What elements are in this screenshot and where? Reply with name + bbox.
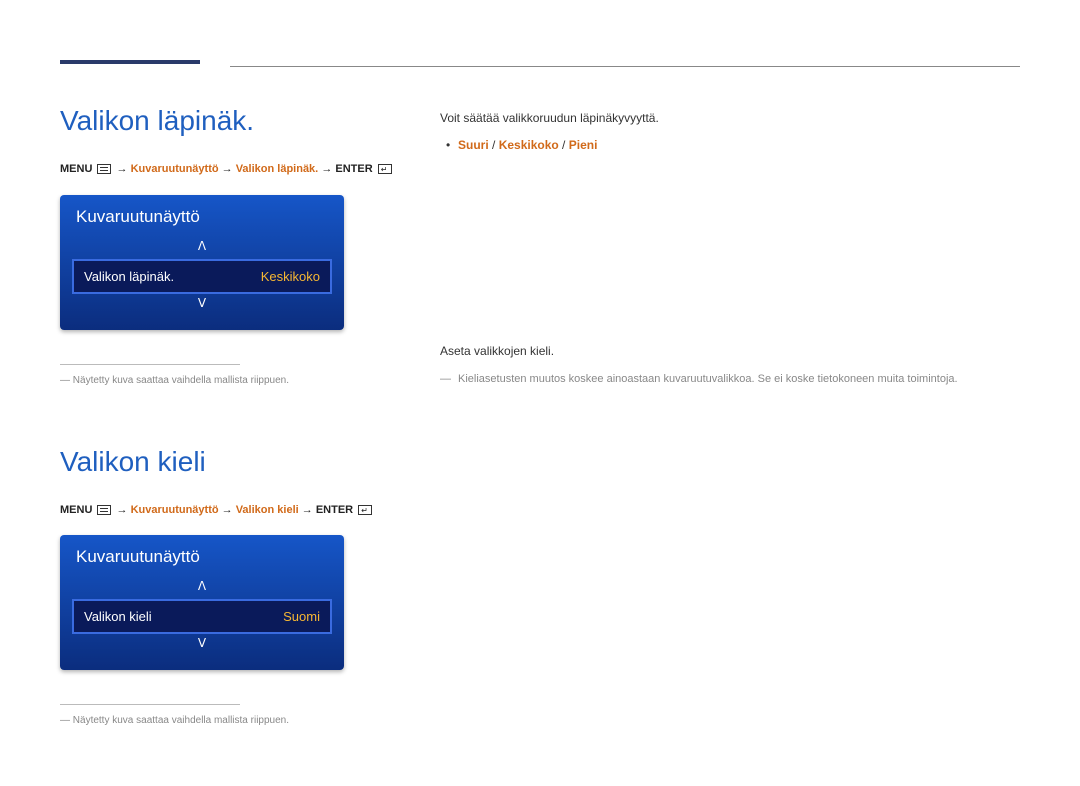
section2-title: Valikon kieli (60, 446, 400, 478)
osd1-header: Kuvaruutunäyttö (60, 195, 344, 237)
osd1-row-label: Valikon läpinäk. (84, 269, 174, 284)
osd2-row-value: Suomi (283, 609, 320, 624)
section2-note: Kieliasetusten muutos koskee ainoastaan … (440, 371, 1020, 388)
enter-icon (378, 164, 392, 174)
section1-footnote: ― Näytetty kuva saattaa vaihdella mallis… (60, 375, 400, 386)
menu-label: MENU (60, 163, 92, 175)
osd2-selected-row: Valikon kieli Suomi (72, 599, 332, 634)
section-transparency-left: Valikon läpinäk. MENU → Kuvaruutunäyttö … (60, 105, 400, 386)
left-column: Valikon läpinäk. MENU → Kuvaruutunäyttö … (60, 105, 400, 786)
header-rule-right (230, 66, 1020, 67)
section1-desc: Voit säätää valikkoruudun läpinäkyvyyttä… (440, 109, 1020, 128)
path-separator: → (222, 163, 236, 175)
footnote-divider (60, 364, 240, 365)
chevron-up-icon: ᐱ (60, 237, 344, 259)
footnote-divider (60, 704, 240, 705)
chevron-down-icon: ᐯ (60, 634, 344, 656)
right-column: Voit säätää valikkoruudun läpinäkyvyyttä… (440, 105, 1020, 786)
menu-icon (97, 164, 111, 174)
option-large: Suuri (458, 138, 489, 152)
osd1-row-value: Keskikoko (261, 269, 320, 284)
section1-title: Valikon läpinäk. (60, 105, 400, 137)
enter-icon (358, 505, 372, 515)
section2-footnote: ― Näytetty kuva saattaa vaihdella mallis… (60, 715, 400, 726)
path-separator: → (222, 504, 236, 516)
enter-label: ENTER (335, 163, 372, 175)
section-transparency-right: Voit säätää valikkoruudun läpinäkyvyyttä… (440, 109, 1020, 152)
path-separator: → (117, 163, 131, 175)
section1-menu-path: MENU → Kuvaruutunäyttö → Valikon läpinäk… (60, 161, 400, 179)
path-part2: Valikon kieli (236, 504, 299, 516)
section-language-left: Valikon kieli MENU → Kuvaruutunäyttö → V… (60, 446, 400, 727)
section-language-right: Aseta valikkojen kieli. Kieliasetusten m… (440, 342, 1020, 388)
section1-options: Suuri / Keskikoko / Pieni (440, 138, 1020, 152)
option-medium: Keskikoko (499, 138, 559, 152)
path-part1: Kuvaruutunäyttö (131, 504, 219, 516)
section2-desc: Aseta valikkojen kieli. (440, 342, 1020, 361)
chevron-down-icon: ᐯ (60, 294, 344, 316)
header-rule-left (60, 60, 200, 64)
osd-preview-2: Kuvaruutunäyttö ᐱ Valikon kieli Suomi ᐯ (60, 535, 344, 670)
path-separator: → (117, 504, 131, 516)
osd-preview-1: Kuvaruutunäyttö ᐱ Valikon läpinäk. Keski… (60, 195, 344, 330)
menu-label: MENU (60, 504, 92, 516)
path-separator: → (302, 504, 316, 516)
osd2-header: Kuvaruutunäyttö (60, 535, 344, 577)
path-part1: Kuvaruutunäyttö (131, 163, 219, 175)
option-small: Pieni (569, 138, 598, 152)
osd1-selected-row: Valikon läpinäk. Keskikoko (72, 259, 332, 294)
page-content: Valikon läpinäk. MENU → Kuvaruutunäyttö … (60, 105, 1020, 786)
path-part2: Valikon läpinäk. (236, 163, 319, 175)
enter-label: ENTER (316, 504, 353, 516)
section2-menu-path: MENU → Kuvaruutunäyttö → Valikon kieli →… (60, 502, 400, 520)
path-separator: → (321, 163, 335, 175)
osd2-row-label: Valikon kieli (84, 609, 152, 624)
menu-icon (97, 505, 111, 515)
chevron-up-icon: ᐱ (60, 577, 344, 599)
